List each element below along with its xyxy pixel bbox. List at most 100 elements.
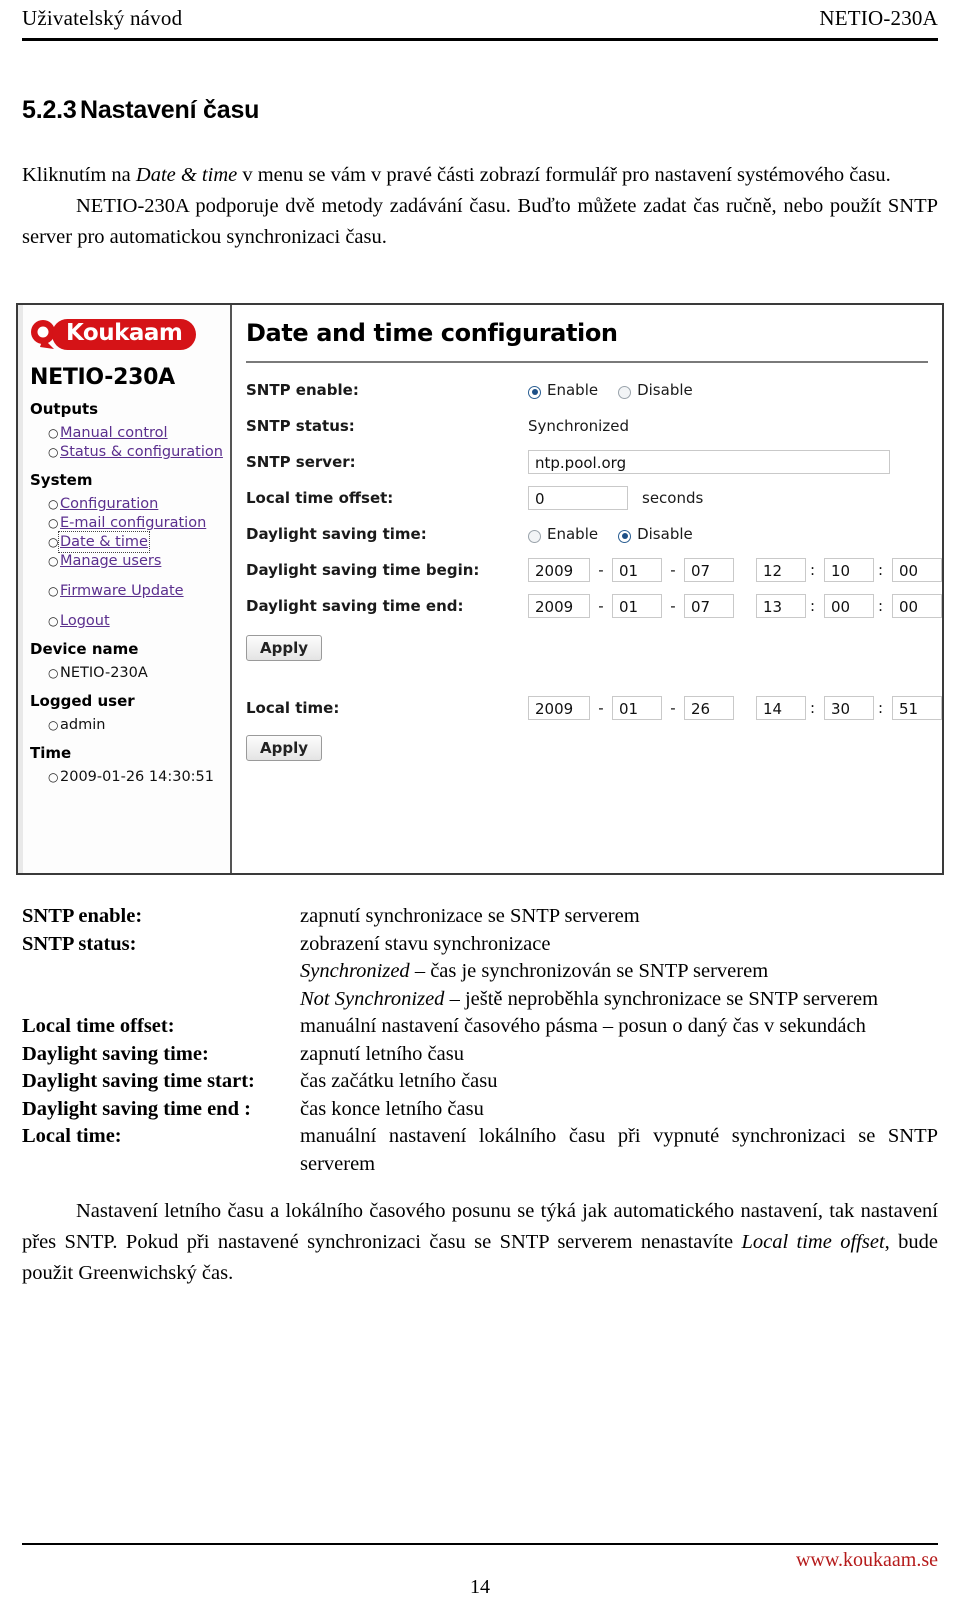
definition-description: manuální nastavení časového pásma – posu…: [300, 1015, 866, 1037]
sidebar-item-status-configuration[interactable]: ○ Status & configuration: [48, 443, 230, 461]
radio-dst-disable[interactable]: [618, 529, 632, 543]
definition-description: čas začátku letního času: [300, 1070, 498, 1092]
label-dst-enable-option: Enable: [547, 525, 599, 543]
bullet-icon: ○: [48, 554, 59, 568]
label-sntp-status: SNTP status:: [246, 417, 355, 435]
row-local-time-offset: Local time offset: 0 seconds: [246, 481, 942, 515]
input-dst-end-month[interactable]: 01: [612, 594, 662, 618]
sidebar-group-time: Time ○ 2009-01-26 14:30:51: [18, 744, 230, 786]
label-daylight-saving-time: Daylight saving time:: [246, 525, 427, 543]
intro-paragraph-1: Kliknutím na Date & time v menu se vám v…: [22, 160, 938, 191]
input-dst-begin-day[interactable]: 07: [684, 558, 734, 582]
separator-date: -: [598, 561, 604, 579]
sidebar-item-email-configuration[interactable]: ○ E-mail configuration: [48, 514, 230, 532]
separator-date: -: [598, 597, 604, 615]
input-dst-end-minute[interactable]: 00: [824, 594, 874, 618]
sidebar-device-title: NETIO-230A: [30, 365, 175, 390]
definition-description: zapnutí letního času: [300, 1042, 464, 1065]
bullet-icon: ○: [48, 535, 59, 549]
input-dst-end-day[interactable]: 07: [684, 594, 734, 618]
input-dst-end-hour[interactable]: 13: [756, 594, 806, 618]
row-sntp-server: SNTP server: ntp.pool.org: [246, 445, 942, 479]
definition-term: Daylight saving time start:: [22, 1070, 255, 1092]
definition-term: SNTP status:: [22, 932, 137, 955]
definition-description-italic: Synchronized: [300, 960, 410, 982]
label-local-time: Local time:: [246, 699, 340, 717]
sidebar-label-logged-user: admin: [60, 717, 106, 733]
section-number: 5.2.3: [22, 96, 77, 124]
definition-term: SNTP enable:: [22, 905, 143, 927]
separator-date: -: [670, 561, 676, 579]
value-sntp-status: Synchronized: [528, 417, 629, 435]
definition-term: Daylight saving time:: [22, 1042, 209, 1065]
definition-description: čas konce letního času: [300, 1097, 484, 1120]
header-left-text: Uživatelský návod: [22, 6, 183, 30]
sidebar-item-firmware-update[interactable]: ○ Firmware Update: [48, 582, 230, 600]
radio-sntp-enable-on[interactable]: [528, 385, 541, 399]
row-daylight-saving-time: Daylight saving time: Enable Disable: [246, 517, 942, 551]
radio-dst-enable[interactable]: [528, 529, 541, 543]
bullet-icon: ○: [48, 666, 59, 680]
definition-row: Not Synchronized – ještě neproběhla sync…: [22, 986, 938, 1014]
sidebar-item-logout[interactable]: ○ Logout: [48, 612, 230, 630]
input-dst-begin-year[interactable]: 2009: [528, 558, 590, 582]
separator-date: -: [598, 699, 604, 717]
input-local-time-minute[interactable]: 30: [824, 696, 874, 720]
input-dst-begin-hour[interactable]: 12: [756, 558, 806, 582]
sidebar-label-configuration: Configuration: [60, 496, 159, 512]
apply-local-time-button[interactable]: Apply: [246, 735, 323, 761]
input-local-time-second[interactable]: 51: [892, 696, 942, 720]
input-dst-begin-month[interactable]: 01: [612, 558, 662, 582]
input-dst-begin-minute[interactable]: 10: [824, 558, 874, 582]
koukaam-logo-text: Koukaam: [52, 319, 197, 350]
bullet-icon: ○: [48, 614, 59, 628]
unit-seconds: seconds: [642, 489, 704, 507]
definition-row: SNTP enable: zapnutí synchronizace se SN…: [22, 903, 938, 931]
label-dst-end: Daylight saving time end:: [246, 597, 464, 615]
sidebar-heading-time: Time: [30, 744, 72, 762]
apply-sntp-button[interactable]: Apply: [246, 635, 323, 661]
definition-row: Daylight saving time start: čas začátku …: [22, 1068, 938, 1096]
sidebar-label-manage-users: Manage users: [60, 553, 162, 569]
input-dst-end-second[interactable]: 00: [892, 594, 942, 618]
radio-sntp-enable-off[interactable]: [618, 385, 632, 399]
sidebar-label-firmware-update: Firmware Update: [60, 583, 184, 599]
separator-time: :: [878, 597, 884, 615]
sidebar-item-manage-users[interactable]: ○ Manage users: [48, 552, 230, 570]
sidebar-item-date-time[interactable]: ○ Date & time: [48, 531, 230, 553]
sidebar-label-time: 2009-01-26 14:30:51: [60, 769, 214, 785]
input-dst-begin-second[interactable]: 00: [892, 558, 942, 582]
definition-description-italic: Not Synchronized: [300, 987, 445, 1010]
definition-row: Local time: manuální nastavení lokálního…: [22, 1123, 938, 1178]
closing-italic: Local time offset: [741, 1231, 885, 1253]
definition-row: Daylight saving time: zapnutí letního ča…: [22, 1041, 938, 1069]
label-sntp-disable-option: Disable: [637, 381, 693, 399]
input-sntp-server[interactable]: ntp.pool.org: [528, 450, 890, 474]
row-apply-local-time: Apply: [246, 731, 942, 765]
page-number: 14: [470, 1576, 490, 1598]
separator-time: :: [810, 561, 816, 579]
koukaam-logo: Koukaam: [26, 315, 230, 359]
input-local-time-year[interactable]: 2009: [528, 696, 590, 720]
label-dst-begin: Daylight saving time begin:: [246, 561, 480, 579]
input-local-time-hour[interactable]: 14: [756, 696, 806, 720]
separator-time: :: [810, 597, 816, 615]
input-dst-end-year[interactable]: 2009: [528, 594, 590, 618]
definition-term: Local time offset:: [22, 1015, 175, 1037]
closing-text: Nastavení letního času a lokálního časov…: [22, 1196, 938, 1289]
sidebar-label-device-name: NETIO-230A: [60, 665, 148, 681]
input-local-time-month[interactable]: 01: [612, 696, 662, 720]
label-sntp-server: SNTP server:: [246, 453, 356, 471]
document-page: Uživatelský návod NETIO-230A 5.2.3 Nastav…: [0, 0, 960, 1603]
header-divider: [22, 38, 938, 41]
definition-term: Daylight saving time end :: [22, 1097, 251, 1120]
footer-divider: [22, 1543, 938, 1545]
sidebar-group-outputs: Outputs ○ Manual control ○ Status & conf…: [18, 400, 230, 461]
sidebar-label-date-time: Date & time: [58, 531, 150, 553]
sidebar-item-configuration[interactable]: ○ Configuration: [48, 495, 230, 513]
sidebar-item-manual-control[interactable]: ○ Manual control: [48, 424, 230, 442]
input-local-time-day[interactable]: 26: [684, 696, 734, 720]
input-local-time-offset[interactable]: 0: [528, 486, 628, 510]
bullet-icon: ○: [48, 718, 59, 732]
sidebar-label-email-configuration: E-mail configuration: [60, 515, 207, 531]
